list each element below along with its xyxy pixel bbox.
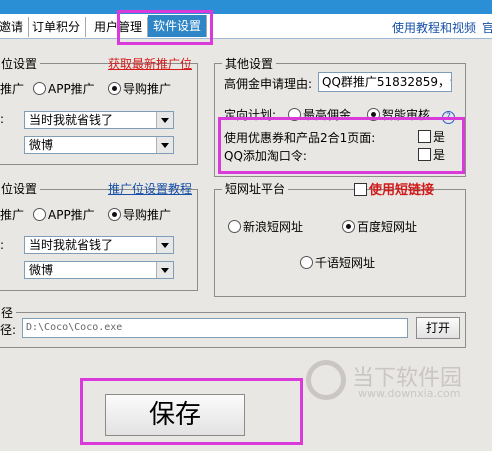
promo1-select-site-value: 当时我就省钱了 — [29, 113, 114, 127]
highlight-options — [218, 117, 465, 174]
path-label: 径: — [0, 323, 17, 337]
path-input-value: D:\Coco\Coco.exe — [26, 322, 123, 333]
short-radio-baidu-label: 百度短网址 — [357, 220, 418, 234]
tutorial-link[interactable]: 使用教程和视频 — [392, 19, 476, 36]
watermark-logo-icon — [306, 360, 346, 400]
short-radio-sina-label: 新浪短网址 — [243, 220, 304, 234]
chevron-down-icon — [156, 112, 173, 128]
promo-group-1-title: 位设置 — [0, 55, 41, 72]
tutorial-link-label: 使用教程和视频 — [392, 21, 477, 35]
promo1-radio-guide[interactable]: 导购推广 — [108, 80, 171, 97]
promo1-select-channel-value: 微博 — [29, 138, 54, 152]
save-button[interactable]: 保存 — [105, 394, 245, 436]
radio-icon — [33, 82, 46, 95]
promo1-row-label: : — [0, 112, 5, 126]
checkbox-icon — [354, 183, 367, 196]
promo1-radio-app-label: APP推广 — [48, 82, 95, 96]
promo2-radio-default-label: 推广 — [0, 208, 25, 222]
reason-input-value: QQ群推广51832859，请审 — [322, 75, 451, 89]
promo2-radio-guide-label: 导购推广 — [123, 208, 172, 222]
promo2-radio-app-label: APP推广 — [48, 208, 95, 222]
promo-group-2-title: 位设置 — [0, 180, 41, 197]
promo2-select-channel[interactable]: 微博 — [24, 261, 174, 279]
promo2-select-site-value: 当时我就省钱了 — [29, 238, 114, 252]
enable-short-link-checkbox[interactable]: 使用短链接 — [354, 179, 434, 198]
radio-selected-icon — [342, 220, 355, 233]
reason-label: 高佣金申请理由: — [224, 77, 313, 91]
enable-short-link-label: 使用短链接 — [369, 183, 435, 198]
open-button-label: 打开 — [425, 321, 450, 335]
header-cut-text: 官 — [482, 19, 492, 36]
chevron-down-icon — [156, 237, 173, 253]
chevron-down-icon — [156, 262, 173, 278]
radio-icon — [33, 208, 46, 221]
chevron-down-icon — [156, 137, 173, 153]
short-radio-qianyu[interactable]: 千语短网址 — [300, 254, 375, 271]
watermark-url: www.downxia.com — [358, 387, 461, 400]
short-radio-qianyu-label: 千语短网址 — [315, 256, 376, 270]
tab-order-points-label: 订单积分 — [32, 20, 81, 34]
tab-order-points[interactable]: 订单积分 — [27, 17, 87, 37]
open-button[interactable]: 打开 — [416, 317, 460, 339]
promo2-select-site[interactable]: 当时我就省钱了 — [24, 236, 174, 254]
promo1-radio-app[interactable]: APP推广 — [33, 80, 95, 97]
get-latest-promo-link[interactable]: 获取最新推广位 — [108, 55, 192, 72]
highlight-tab — [117, 10, 213, 45]
path-group-title: 径 — [0, 304, 17, 321]
short-url-group — [214, 189, 466, 297]
header-cut-label: 官 — [482, 21, 492, 35]
title-bar — [0, 0, 492, 14]
promo1-radio-default[interactable]: 推广 — [0, 80, 24, 97]
radio-selected-icon — [108, 208, 121, 221]
promo1-radio-guide-label: 导购推广 — [123, 82, 172, 96]
tab-invite[interactable]: 邀请 — [0, 17, 30, 37]
promo1-select-site[interactable]: 当时我就省钱了 — [24, 111, 174, 129]
reason-input[interactable]: QQ群推广51832859，请审 — [318, 72, 452, 92]
radio-icon — [300, 256, 313, 269]
promo2-radio-default[interactable]: 推广 — [0, 206, 24, 223]
other-settings-title: 其他设置 — [222, 55, 277, 72]
promo-setup-tutorial-link[interactable]: 推广位设置教程 — [108, 180, 192, 197]
promo2-row-label: : — [0, 238, 5, 252]
radio-icon — [228, 220, 241, 233]
tab-invite-label: 邀请 — [0, 20, 24, 34]
radio-selected-icon — [108, 82, 121, 95]
path-input[interactable]: D:\Coco\Coco.exe — [22, 318, 408, 338]
short-radio-sina[interactable]: 新浪短网址 — [228, 218, 303, 235]
save-button-label: 保存 — [148, 400, 201, 430]
short-url-title: 短网址平台 — [222, 180, 289, 197]
promo2-radio-app[interactable]: APP推广 — [33, 206, 95, 223]
short-radio-baidu[interactable]: 百度短网址 — [342, 218, 417, 235]
promo1-radio-default-label: 推广 — [0, 82, 25, 96]
promo2-radio-guide[interactable]: 导购推广 — [108, 206, 171, 223]
promo2-select-channel-value: 微博 — [29, 263, 54, 277]
promo1-select-channel[interactable]: 微博 — [24, 136, 174, 154]
